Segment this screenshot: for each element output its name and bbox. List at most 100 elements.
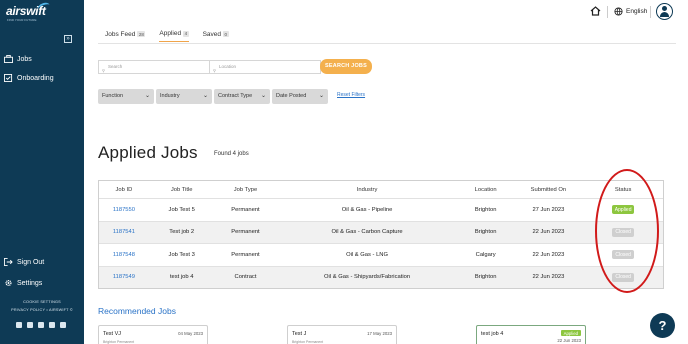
job-id-link[interactable]: 1187548 — [99, 252, 149, 258]
column-header: Location — [474, 186, 497, 193]
table-row[interactable]: 1187550 Job Test 5 Permanent Oil & Gas -… — [99, 198, 663, 221]
job-industry: Oil & Gas - Shipyards/Fabrication — [324, 274, 411, 281]
sidebar-item-label: Settings — [17, 279, 43, 287]
filter-industry[interactable]: Industry ⌄ — [156, 89, 212, 104]
sidebar-item-settings[interactable]: Settings — [4, 279, 42, 287]
collapse-sidebar-icon[interactable]: » — [64, 35, 72, 43]
card-meta: Brighton Permanent — [292, 340, 324, 344]
tab-saved[interactable]: Saved 0 — [203, 30, 229, 42]
sidebar-item-label: Sign Out — [17, 258, 45, 266]
search-jobs-button[interactable]: SEARCH JOBS — [320, 59, 372, 74]
job-type: Permanent — [231, 206, 260, 213]
tab-label: Saved — [202, 30, 222, 38]
sidebar-item-label: Jobs — [17, 55, 32, 63]
tab-applied[interactable]: Applied 4 — [159, 30, 189, 42]
job-id-link[interactable]: 1187550 — [99, 207, 149, 213]
user-avatar-icon[interactable] — [656, 3, 673, 20]
facebook-icon[interactable] — [16, 322, 22, 328]
chevron-down-icon: ⌄ — [318, 93, 324, 99]
card-title: test job 4 — [481, 331, 504, 337]
job-card[interactable]: Test VJ 04 May 2023 Brighton Permanent — [98, 325, 208, 344]
social-links — [16, 322, 66, 328]
column-header: Job Type — [233, 186, 258, 193]
table-row[interactable]: 1187549 test job 4 Contract Oil & Gas - … — [99, 265, 663, 288]
clipboard-icon — [4, 74, 13, 82]
privacy-policy-link[interactable]: PRIVACY POLICY • AIRSWIFT © — [0, 308, 84, 312]
filter-label: Function — [102, 93, 124, 99]
linkedin-icon[interactable] — [27, 322, 33, 328]
search-placeholder: Search — [108, 64, 123, 69]
help-button[interactable]: ? — [650, 313, 675, 338]
tab-label: Jobs Feed — [105, 30, 136, 38]
globe-icon[interactable] — [614, 7, 623, 16]
twitter-icon[interactable] — [49, 322, 55, 328]
chevron-down-icon: ⌄ — [260, 93, 266, 99]
sidebar-item-label: Onboarding — [17, 74, 54, 82]
job-title: Test job 2 — [169, 229, 195, 236]
gear-icon — [5, 279, 12, 287]
job-card[interactable]: test job 4 Applied 22 Jun 2023 — [476, 325, 586, 344]
job-location: Brighton — [474, 274, 497, 281]
submitted-date: 27 Jun 2023 — [532, 206, 565, 213]
brand-tagline: FIND YOUR FUTURE — [7, 18, 37, 22]
card-title: Test VJ — [103, 331, 122, 337]
card-date: 22 Jun 2023 — [557, 338, 581, 343]
sign-out-icon — [4, 258, 13, 266]
job-tabs: Jobs Feed 28 Applied 4 Saved 0 — [105, 30, 229, 42]
table-row[interactable]: 1187548 Job Test 3 Permanent Oil & Gas -… — [99, 243, 663, 266]
location-pin-icon: ⚲ — [213, 68, 216, 73]
job-industry: Oil & Gas - Carbon Capture — [331, 229, 403, 236]
applied-badge: Applied — [560, 330, 581, 336]
job-title: test job 4 — [169, 274, 194, 281]
reset-filters-link[interactable]: Reset Filters — [337, 92, 365, 98]
job-title: Job Test 5 — [168, 206, 195, 213]
location-input[interactable]: ⚲ Location — [209, 60, 321, 74]
applied-jobs-table: Job ID Job Title Job Type Industry Locat… — [98, 180, 664, 289]
divider — [650, 6, 651, 18]
language-selector[interactable]: English — [626, 8, 647, 15]
job-title: Job Test 3 — [168, 251, 195, 258]
recommended-title: Recommended Jobs — [98, 306, 176, 316]
table-row[interactable]: 1187541 Test job 2 Permanent Oil & Gas -… — [99, 220, 663, 243]
sidebar: airswift FIND YOUR FUTURE » Jobs Onboard… — [0, 0, 84, 344]
job-industry: Oil & Gas - LNG — [346, 251, 388, 258]
sidebar-item-sign-out[interactable]: Sign Out — [4, 258, 44, 266]
status-highlight-annotation — [595, 169, 659, 293]
sidebar-item-jobs[interactable]: Jobs — [4, 55, 32, 63]
job-type: Permanent — [231, 229, 260, 236]
submitted-date: 22 Jun 2023 — [532, 229, 565, 236]
column-header: Job ID — [115, 186, 133, 193]
column-header: Industry — [356, 186, 378, 193]
job-id-link[interactable]: 1187541 — [99, 229, 149, 235]
home-icon[interactable] — [590, 6, 601, 16]
filter-contract-type[interactable]: Contract Type ⌄ — [214, 89, 270, 104]
filter-label: Industry — [160, 93, 180, 99]
filter-function[interactable]: Function ⌄ — [98, 89, 154, 104]
tab-jobs-feed[interactable]: Jobs Feed 28 — [105, 30, 146, 42]
results-count: Found 4 jobs — [214, 151, 249, 157]
submitted-date: 22 Jun 2023 — [532, 274, 565, 281]
job-industry: Oil & Gas - Pipeline — [341, 206, 393, 213]
count-badge: 28 — [137, 31, 146, 37]
search-input[interactable]: ⚲ Search — [98, 60, 210, 74]
search-icon: ⚲ — [102, 68, 105, 73]
sidebar-item-onboarding[interactable]: Onboarding — [4, 74, 54, 82]
filter-date-posted[interactable]: Date Posted ⌄ — [272, 89, 328, 104]
count-badge: 0 — [223, 31, 229, 37]
card-meta: Brighton Permanent — [103, 340, 135, 344]
instagram-icon[interactable] — [60, 322, 66, 328]
table-header: Job ID Job Title Job Type Industry Locat… — [99, 181, 663, 198]
column-header: Job Title — [170, 186, 193, 193]
job-location: Brighton — [474, 206, 497, 213]
location-placeholder: Location — [219, 64, 237, 69]
chevron-down-icon: ⌄ — [202, 93, 208, 99]
job-id-link[interactable]: 1187549 — [99, 274, 149, 280]
job-card[interactable]: Test J 17 May 2023 Brighton Permanent — [287, 325, 397, 344]
card-date: 04 May 2023 — [178, 331, 203, 336]
filter-label: Date Posted — [276, 93, 307, 99]
youtube-icon[interactable] — [38, 322, 44, 328]
column-header: Submitted On — [530, 186, 567, 193]
logo-swoosh-icon — [36, 1, 52, 13]
briefcase-icon — [4, 55, 13, 63]
cookie-settings-link[interactable]: COOKIE SETTINGS — [0, 300, 84, 304]
